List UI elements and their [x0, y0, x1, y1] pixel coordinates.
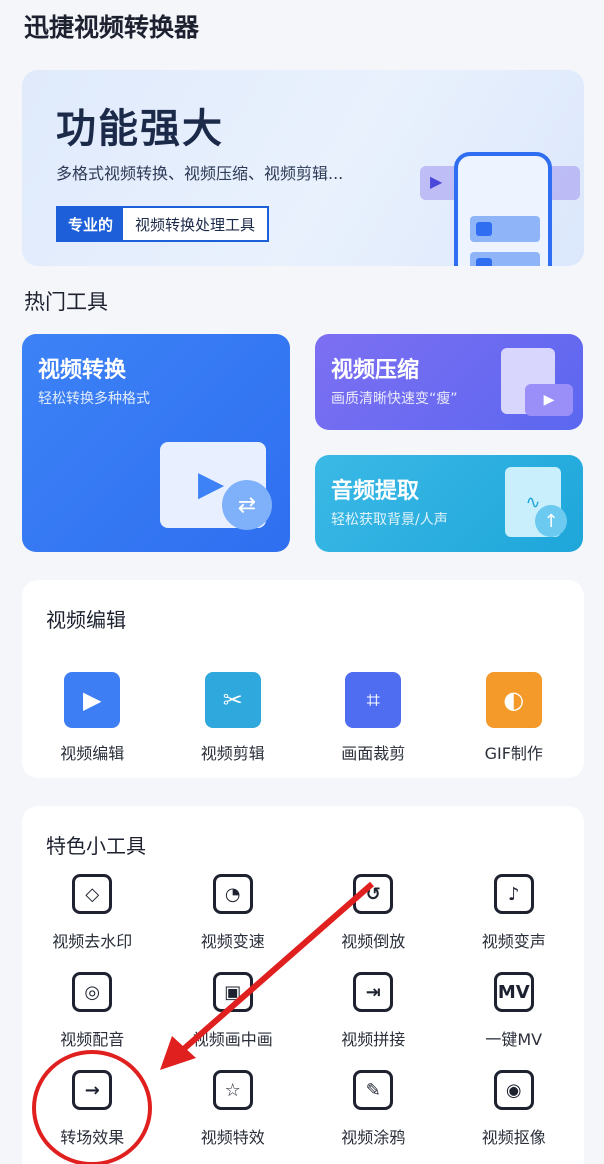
- special-tools-grid: ◇ 视频去水印 ◔ 视频变速 ↺ 视频倒放 ♪ 视频变声 ◎ 视频配音 ▣ 视频画中画 ⇥ 视频拼接 MV 一…: [22, 874, 584, 1150]
- app-title: 迅捷视频转换器: [24, 13, 200, 42]
- video-camera-icon: ▶: [525, 384, 573, 416]
- video-edit-panel: 视频编辑 ▶ 视频编辑 ✂ 视频剪辑 ⌗ 画面裁剪 ◐ GIF制作: [22, 580, 584, 778]
- special-tools-panel: 特色小工具 ◇ 视频去水印 ◔ 视频变速 ↺ 视频倒放 ♪ 视频变声 ◎ 视频配音 ▣ 视频画中画 ⇥ 视…: [22, 806, 584, 1164]
- video-compress-card[interactable]: 视频压缩 画质清晰快速变“瘦” ▶: [315, 334, 583, 430]
- video-edit-tool[interactable]: ▶ 视频编辑: [22, 672, 163, 764]
- sparkle-star-icon: ☆: [212, 1070, 253, 1110]
- eraser-icon: ◇: [72, 874, 113, 914]
- video-edit-tool-label: GIF制作: [484, 744, 543, 763]
- special-tool[interactable]: → 转场效果: [22, 1070, 163, 1150]
- swap-icon: ⇄: [222, 480, 272, 530]
- video-edit-title: 视频编辑: [46, 608, 126, 632]
- special-tool[interactable]: MV 一键MV: [444, 972, 585, 1052]
- audio-extract-subtitle: 轻松获取背景/人声: [331, 512, 448, 528]
- video-convert-title: 视频转换: [38, 358, 127, 383]
- video-edit-tool-label: 视频编辑: [60, 744, 125, 763]
- video-convert-card[interactable]: 视频转换 轻松转换多种格式 ⇄: [22, 334, 290, 552]
- special-tool[interactable]: ◎ 视频配音: [22, 972, 163, 1052]
- video-compress-title: 视频压缩: [331, 358, 420, 383]
- special-tool-label: 视频抠像: [481, 1128, 546, 1147]
- video-edit-tool[interactable]: ✂ 视频剪辑: [163, 672, 304, 764]
- crop-icon: ⌗: [345, 672, 402, 728]
- video-compress-subtitle: 画质清晰快速变“瘦”: [331, 391, 458, 407]
- audio-extract-card[interactable]: 音频提取 轻松获取背景/人声 ∿ ↑: [315, 455, 583, 552]
- banner-tag-highlight: 专业的: [58, 208, 124, 240]
- video-edit-tool[interactable]: ◐ GIF制作: [444, 672, 585, 764]
- special-tool[interactable]: ◔ 视频变速: [163, 874, 304, 954]
- video-edit-icon: ▶: [64, 672, 121, 728]
- brush-icon: ✎: [353, 1070, 394, 1110]
- special-tool-label: 视频涂鸦: [341, 1128, 406, 1147]
- banner-subtitle: 多格式视频转换、视频压缩、视频剪辑...: [56, 164, 344, 183]
- banner-tag: 专业的 视频转换处理工具: [56, 206, 270, 242]
- special-tool[interactable]: ⇥ 视频拼接: [303, 972, 444, 1052]
- video-edit-tool[interactable]: ⌗ 画面裁剪: [303, 672, 444, 764]
- special-tool[interactable]: ↺ 视频倒放: [303, 874, 444, 954]
- special-tool[interactable]: ◉ 视频抠像: [444, 1070, 585, 1150]
- gif-icon: ◐: [485, 672, 542, 728]
- special-tools-title: 特色小工具: [46, 834, 146, 858]
- special-tool-label: 视频特效: [200, 1128, 265, 1147]
- special-tool-label: 视频变速: [200, 932, 265, 951]
- video-convert-subtitle: 轻松转换多种格式: [38, 391, 150, 407]
- special-tool-label: 视频倒放: [341, 932, 406, 951]
- special-tool-label: 转场效果: [60, 1128, 125, 1147]
- portrait-cutout-icon: ◉: [493, 1070, 534, 1110]
- special-tool[interactable]: ☆ 视频特效: [163, 1070, 304, 1150]
- phone-illustration: [454, 152, 552, 266]
- transition-icon: →: [72, 1070, 113, 1110]
- upload-arrow-icon: ↑: [535, 505, 567, 537]
- voice-change-icon: ♪: [493, 874, 534, 914]
- audio-extract-title: 音频提取: [331, 479, 420, 504]
- mv-icon: MV: [493, 972, 534, 1012]
- video-edit-grid: ▶ 视频编辑 ✂ 视频剪辑 ⌗ 画面裁剪 ◐ GIF制作: [22, 672, 584, 764]
- speedometer-icon: ◔: [212, 874, 253, 914]
- special-tool[interactable]: ♪ 视频变声: [444, 874, 585, 954]
- special-tool-label: 视频变声: [481, 932, 546, 951]
- promo-banner[interactable]: 功能强大 多格式视频转换、视频压缩、视频剪辑... 专业的 视频转换处理工具 ⟳…: [22, 70, 584, 266]
- special-tool[interactable]: ✎ 视频涂鸦: [303, 1070, 444, 1150]
- dubbing-icon: ◎: [72, 972, 113, 1012]
- video-edit-tool-label: 视频剪辑: [200, 744, 265, 763]
- hot-tools-title: 热门工具: [24, 290, 108, 314]
- rewind-icon: ↺: [353, 874, 394, 914]
- video-edit-tool-label: 画面裁剪: [341, 744, 406, 763]
- merge-icon: ⇥: [353, 972, 394, 1012]
- special-tool-label: 视频拼接: [341, 1030, 406, 1049]
- special-tool[interactable]: ◇ 视频去水印: [22, 874, 163, 954]
- banner-tag-text: 视频转换处理工具: [135, 215, 256, 234]
- special-tool-label: 视频画中画: [192, 1030, 273, 1049]
- special-tool-label: 一键MV: [485, 1030, 543, 1049]
- picture-in-picture-icon: ▣: [212, 972, 253, 1012]
- scissors-icon: ✂: [204, 672, 261, 728]
- special-tool-label: 视频配音: [60, 1030, 125, 1049]
- special-tool-label: 视频去水印: [52, 932, 133, 951]
- special-tool[interactable]: ▣ 视频画中画: [163, 972, 304, 1052]
- banner-headline: 功能强大: [56, 106, 224, 152]
